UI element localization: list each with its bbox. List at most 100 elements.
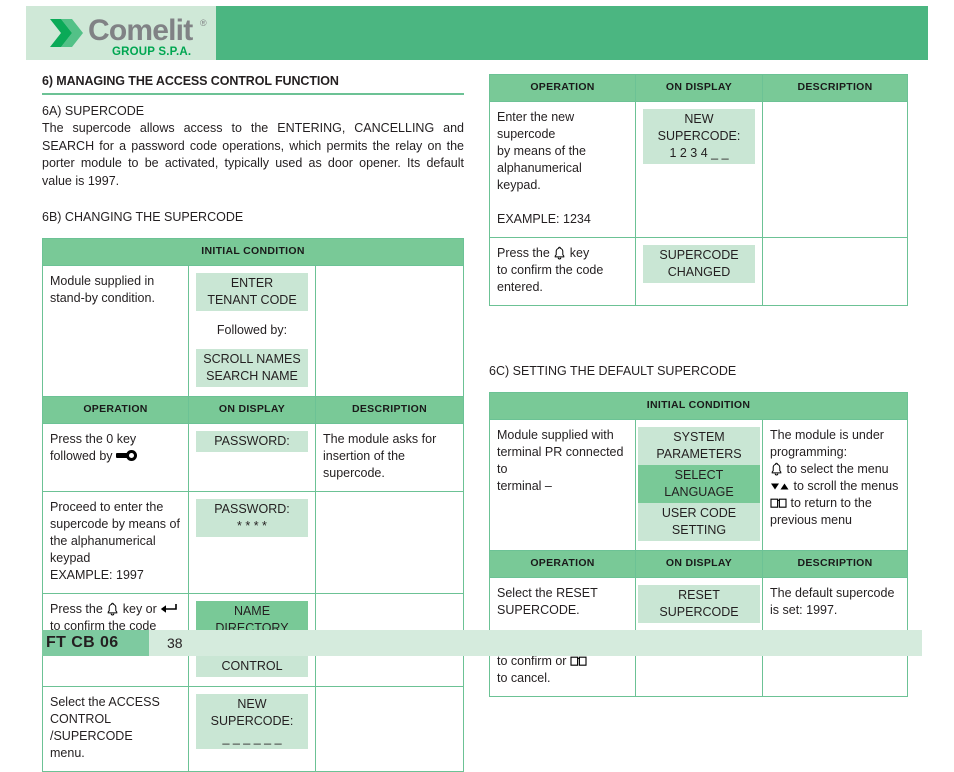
column-header-operation: OPERATION xyxy=(42,396,189,424)
legend-text: to return to the xyxy=(787,496,872,510)
subsection-6b-title: 6B) CHANGING THE SUPERCODE xyxy=(42,210,244,224)
table-row: Press the 0 key followed by PASSWORD: Th… xyxy=(42,423,464,492)
operation-cell: Press the 0 key followed by xyxy=(42,423,189,492)
column-header-on-display: ON DISPLAY xyxy=(635,550,763,578)
table-row: Module supplied with terminal PR connect… xyxy=(489,419,908,551)
legend-text: to scroll the menus xyxy=(790,479,899,493)
bell-icon xyxy=(107,602,118,616)
display-cell: NEW SUPERCODE: 1 2 3 4 _ _ xyxy=(635,101,763,238)
operation-cell: Proceed to enter the supercode by means … xyxy=(42,491,189,594)
legend-line-return-cont: previous menu xyxy=(770,513,852,527)
lcd-new-supercode-entered: NEW SUPERCODE: 1 2 3 4 _ _ xyxy=(643,109,755,164)
left-column: 6) MANAGING THE ACCESS CONTROL FUNCTION … xyxy=(42,74,464,772)
display-cell: PASSWORD: xyxy=(188,423,316,492)
display-cell: PASSWORD: * * * * xyxy=(188,491,316,594)
column-header-description: DESCRIPTION xyxy=(762,550,908,578)
description-cell xyxy=(762,101,908,238)
brand-tagline: GROUP S.P.A. xyxy=(112,46,192,58)
registered-mark: ® xyxy=(200,18,207,28)
operation-text: Press the xyxy=(50,602,107,616)
operation-text: SUPERCODE. xyxy=(497,603,580,617)
table-header-row: OPERATION ON DISPLAY DESCRIPTION xyxy=(489,74,908,102)
programming-legend: The module is under programming: to sele… xyxy=(770,427,900,529)
lcd-menu-item: SYSTEM PARAMETERS xyxy=(638,427,760,465)
table-row: Enter the new supercode by means of the … xyxy=(489,101,908,238)
table-header-row: OPERATION ON DISPLAY DESCRIPTION xyxy=(42,396,464,424)
legend-text: to select the menu xyxy=(783,462,889,476)
lcd-menu-item: USER CODE SETTING xyxy=(638,503,760,541)
book-icon xyxy=(770,498,787,508)
operation-cell: Enter the new supercode by means of the … xyxy=(489,101,636,238)
operation-text: to confirm or xyxy=(497,654,570,668)
operation-cell: Press the key to confirm the code entere… xyxy=(489,237,636,306)
table-header-row: INITIAL CONDITION xyxy=(42,238,464,266)
description-cell xyxy=(315,686,464,772)
table-row: Select the ACCESS CONTROL /SUPERCODE men… xyxy=(42,686,464,772)
followed-by-label: Followed by: xyxy=(216,323,288,337)
subsection-6c-title: 6C) SETTING THE DEFAULT SUPERCODE xyxy=(489,364,737,378)
legend-line-select: to select the menu xyxy=(770,461,900,478)
comelit-logo-mark xyxy=(50,19,83,47)
right-column: OPERATION ON DISPLAY DESCRIPTION Enter t… xyxy=(489,74,908,697)
description-cell: The module asks for insertion of the sup… xyxy=(315,423,464,492)
column-header-description: DESCRIPTION xyxy=(762,74,908,102)
lcd-menu-list: SYSTEM PARAMETERS SELECT LANGUAGE USER C… xyxy=(638,427,760,541)
display-cell: NEW SUPERCODE: _ _ _ _ _ _ xyxy=(188,686,316,772)
column-header-on-display: ON DISPLAY xyxy=(188,396,316,424)
lcd-enter-tenant-code: ENTER TENANT CODE xyxy=(196,273,308,311)
title-rule xyxy=(42,93,464,95)
lcd-supercode-changed: SUPERCODE CHANGED xyxy=(643,245,755,283)
table-row: Press the key to confirm the code entere… xyxy=(489,237,908,306)
display-cell: SYSTEM PARAMETERS SELECT LANGUAGE USER C… xyxy=(635,419,763,551)
operation-line: Press the 0 key xyxy=(50,432,137,446)
column-header-on-display: ON DISPLAY xyxy=(635,74,763,102)
operation-text: key or xyxy=(119,602,161,616)
comelit-logo: Comelit ® GROUP S.P.A. xyxy=(48,14,223,64)
page-footer: FT CB 06 38 xyxy=(42,630,922,656)
table-header-row: OPERATION ON DISPLAY DESCRIPTION xyxy=(489,550,908,578)
bell-icon xyxy=(554,246,565,260)
display-cell: ENTER TENANT CODE Followed by: SCROLL NA… xyxy=(188,265,316,397)
operation-cell: Module supplied with terminal PR connect… xyxy=(489,419,636,551)
lcd-password: PASSWORD: xyxy=(196,431,308,452)
operation-text: to cancel. xyxy=(497,671,551,685)
brand-name: Comelit xyxy=(88,14,193,47)
enter-key-icon xyxy=(161,604,178,613)
supercode-description: The supercode allows access to the ENTER… xyxy=(42,121,464,188)
column-header-operation: OPERATION xyxy=(489,550,636,578)
table-row: Module supplied in stand-by condition. E… xyxy=(42,265,464,397)
operation-text: Select the RESET xyxy=(497,586,598,600)
key-icon xyxy=(116,450,138,461)
table-header-row: INITIAL CONDITION xyxy=(489,392,908,420)
operation-cell: Module supplied in stand-by condition. xyxy=(42,265,189,397)
lcd-new-supercode-empty: NEW SUPERCODE: _ _ _ _ _ _ xyxy=(196,694,308,749)
legend-line-return: to return to the xyxy=(770,495,900,512)
document-code: FT CB 06 xyxy=(42,630,149,656)
book-icon xyxy=(570,656,587,666)
page-number: 38 xyxy=(149,630,922,656)
operation-text: Press the xyxy=(497,246,554,260)
description-cell: The module is under programming: to sele… xyxy=(762,419,908,551)
subsection-6a-title: 6A) SUPERCODE xyxy=(42,104,145,118)
description-cell xyxy=(762,237,908,306)
display-cell: SUPERCODE CHANGED xyxy=(635,237,763,306)
changing-supercode-table: INITIAL CONDITION Module supplied in sta… xyxy=(42,238,464,772)
table-row: Proceed to enter the supercode by means … xyxy=(42,491,464,594)
bell-icon xyxy=(771,462,782,476)
lcd-reset-supercode: RESET SUPERCODE xyxy=(638,585,760,623)
operation-line: followed by xyxy=(50,449,117,463)
lcd-scroll-names: SCROLL NAMES SEARCH NAME xyxy=(196,349,308,387)
legend-line-scroll: to scroll the menus xyxy=(770,478,900,495)
initial-condition-header: INITIAL CONDITION xyxy=(489,392,908,420)
description-cell xyxy=(315,265,464,397)
initial-condition-header: INITIAL CONDITION xyxy=(42,238,464,266)
scroll-arrows-icon xyxy=(771,483,789,490)
operation-cell: Select the ACCESS CONTROL /SUPERCODE men… xyxy=(42,686,189,772)
changing-supercode-table-continued: OPERATION ON DISPLAY DESCRIPTION Enter t… xyxy=(489,74,908,306)
page-title: 6) MANAGING THE ACCESS CONTROL FUNCTION xyxy=(42,74,339,88)
description-cell xyxy=(315,491,464,594)
lcd-password-masked: PASSWORD: * * * * xyxy=(196,499,308,537)
